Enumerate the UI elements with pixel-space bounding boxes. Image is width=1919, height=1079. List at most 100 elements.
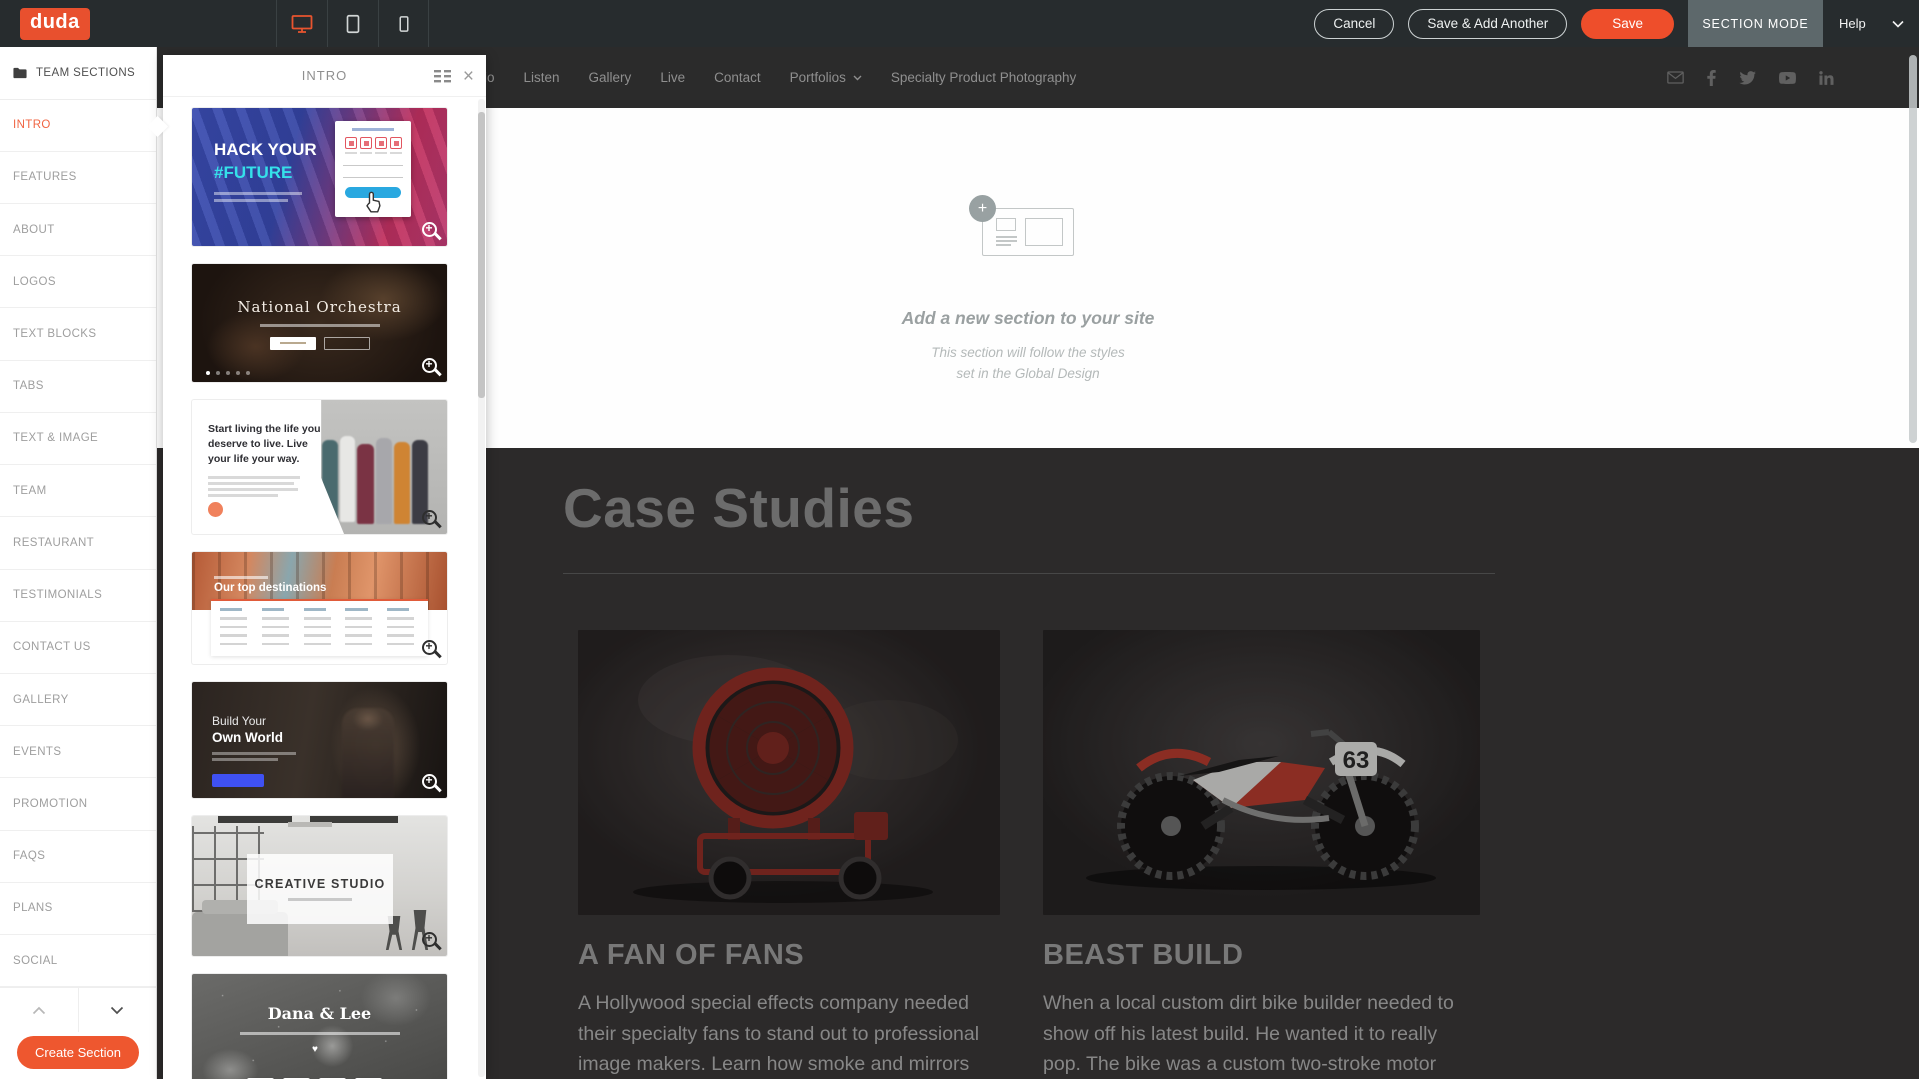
nav-item-live[interactable]: Live <box>660 70 685 85</box>
duda-logo[interactable]: duda <box>20 8 90 40</box>
destinations-table <box>211 599 428 656</box>
mobile-icon <box>394 14 414 34</box>
sidebar-header-label: TEAM SECTIONS <box>36 67 135 79</box>
sidebar-item-events[interactable]: EVENTS <box>0 726 156 778</box>
thumb-title: CREATIVE STUDIO <box>255 877 386 891</box>
case-study-card-fan: A FAN OF FANS A Hollywood special effect… <box>578 630 1000 1079</box>
tablet-icon <box>342 13 364 35</box>
sidebar-item-text-blocks[interactable]: TEXT BLOCKS <box>0 308 156 360</box>
zoom-preview-icon[interactable] <box>422 510 437 525</box>
thumb-title: National Orchestra <box>192 298 447 316</box>
sidebar-item-features[interactable]: FEATURES <box>0 152 156 204</box>
thumb-title-line2: Own World <box>212 730 283 745</box>
zoom-preview-icon[interactable] <box>422 640 437 655</box>
email-icon[interactable] <box>1667 71 1684 84</box>
sidebar-item-logos[interactable]: LOGOS <box>0 256 156 308</box>
template-thumbnail-hackathon[interactable]: HACK YOUR #FUTURE <box>192 108 447 246</box>
case-study-title: A FAN OF FANS <box>578 939 1000 972</box>
sidebar-item-tabs[interactable]: TABS <box>0 361 156 413</box>
chevron-down-icon <box>110 1006 124 1015</box>
panel-scrollbar-thumb[interactable] <box>478 112 485 398</box>
chevron-up-icon <box>32 1006 46 1015</box>
carousel-dots <box>206 371 250 375</box>
thumb-button <box>212 774 264 787</box>
thumb-title-accent: #FUTURE <box>214 163 292 183</box>
zoom-preview-icon[interactable] <box>422 222 437 237</box>
thumb-title: HACK YOUR <box>214 140 317 160</box>
sidebar-item-contact-us[interactable]: CONTACT US <box>0 622 156 674</box>
help-menu[interactable]: Help <box>1823 0 1919 47</box>
save-button[interactable]: Save <box>1581 9 1674 39</box>
sidebar-item-restaurant[interactable]: RESTAURANT <box>0 517 156 569</box>
hand-cursor-icon <box>362 190 384 214</box>
tablet-view-button[interactable] <box>327 0 378 47</box>
sidebar-item-intro[interactable]: INTRO <box>0 100 156 152</box>
page-scrollbar[interactable] <box>1909 55 1917 443</box>
nav-item-listen[interactable]: Listen <box>524 70 560 85</box>
template-thumbnail-destinations[interactable]: Our top destinations <box>192 552 447 664</box>
sidebar-item-plans[interactable]: PLANS <box>0 883 156 935</box>
sidebar-item-about[interactable]: ABOUT <box>0 204 156 256</box>
zoom-preview-icon[interactable] <box>422 774 437 789</box>
linkedin-icon[interactable] <box>1819 71 1834 85</box>
nav-item-portfolios-label: Portfolios <box>790 70 846 85</box>
zoom-preview-icon[interactable] <box>422 358 437 373</box>
thumb-title: Our top destinations <box>214 582 326 594</box>
topbar: duda <box>0 0 1919 47</box>
thumb-overlay-card: CREATIVE STUDIO <box>247 854 393 924</box>
add-section-title: Add a new section to your site <box>858 308 1198 329</box>
sidebar-header: TEAM SECTIONS <box>0 47 156 100</box>
dirt-bike-image: 63 <box>1043 630 1480 915</box>
nav-item-portfolios[interactable]: Portfolios <box>790 70 862 85</box>
plus-icon: + <box>969 195 996 222</box>
sidebar-item-team[interactable]: TEAM <box>0 465 156 517</box>
scroll-up-button[interactable] <box>0 988 79 1032</box>
youtube-icon[interactable] <box>1779 72 1796 84</box>
case-study-text: A Hollywood special effects company need… <box>578 988 1000 1079</box>
facebook-icon[interactable] <box>1707 70 1716 86</box>
sidebar-item-promotion[interactable]: PROMOTION <box>0 778 156 830</box>
mobile-view-button[interactable] <box>378 0 429 47</box>
save-add-another-button[interactable]: Save & Add Another <box>1408 9 1567 39</box>
template-thumbnail-creative-studio[interactable]: CREATIVE STUDIO <box>192 816 447 956</box>
nav-item-contact[interactable]: Contact <box>714 70 761 85</box>
scroll-down-button[interactable] <box>79 988 157 1032</box>
nav-item-gallery[interactable]: Gallery <box>589 70 632 85</box>
template-thumbnail-orchestra[interactable]: National Orchestra <box>192 264 447 382</box>
help-label: Help <box>1839 16 1866 31</box>
sidebar-item-social[interactable]: SOCIAL <box>0 935 156 987</box>
template-thumbnail-dana-lee[interactable]: Dana & Lee ♥ <box>192 974 447 1079</box>
nav-item-specialty[interactable]: Specialty Product Photography <box>891 70 1076 85</box>
close-icon[interactable]: × <box>463 67 474 86</box>
sidebar-item-text-image[interactable]: TEXT & IMAGE <box>0 413 156 465</box>
grid-view-icon[interactable] <box>434 70 451 83</box>
sidebar-item-faqs[interactable]: FAQS <box>0 831 156 883</box>
divider <box>563 573 1495 574</box>
sidebar-item-testimonials[interactable]: TESTIMONIALS <box>0 570 156 622</box>
thumb-title: Dana & Lee <box>192 1004 447 1023</box>
template-thumbnail-lifestyle[interactable]: Start living the life you deserve to liv… <box>192 400 447 534</box>
thumb-accent-dot <box>208 502 223 517</box>
add-section-illustration: + <box>982 208 1074 256</box>
add-section-dropzone[interactable]: + Add a new section to your site This se… <box>858 208 1198 385</box>
case-study-card-bike: 63 BEAST BUILD When a local custom dirt … <box>1043 630 1480 1079</box>
panel-title: INTRO <box>302 68 347 83</box>
case-study-title: BEAST BUILD <box>1043 939 1480 972</box>
thumb-title-line1: Build Your <box>212 714 266 728</box>
sidebar-item-gallery[interactable]: GALLERY <box>0 674 156 726</box>
desktop-view-button[interactable] <box>276 0 327 47</box>
template-thumbnail-build-world[interactable]: Build Your Own World <box>192 682 447 798</box>
zoom-preview-icon[interactable] <box>422 932 437 947</box>
cancel-button[interactable]: Cancel <box>1314 9 1394 39</box>
thumb-button <box>270 337 316 350</box>
twitter-icon[interactable] <box>1739 71 1756 85</box>
add-section-subtitle: This section will follow the styles set … <box>858 343 1198 385</box>
desktop-icon <box>290 12 314 36</box>
folder-icon <box>13 67 27 79</box>
intro-templates-panel: INTRO × HACK YOUR #FUTURE <box>163 55 486 1079</box>
chevron-down-icon <box>1892 20 1904 28</box>
sections-sidebar: TEAM SECTIONS INTRO FEATURES ABOUT LOGOS… <box>0 47 157 1079</box>
create-section-button[interactable]: Create Section <box>17 1036 139 1069</box>
template-list: HACK YOUR #FUTURE Nationa <box>192 108 447 1079</box>
case-study-text: When a local custom dirt bike builder ne… <box>1043 988 1480 1079</box>
